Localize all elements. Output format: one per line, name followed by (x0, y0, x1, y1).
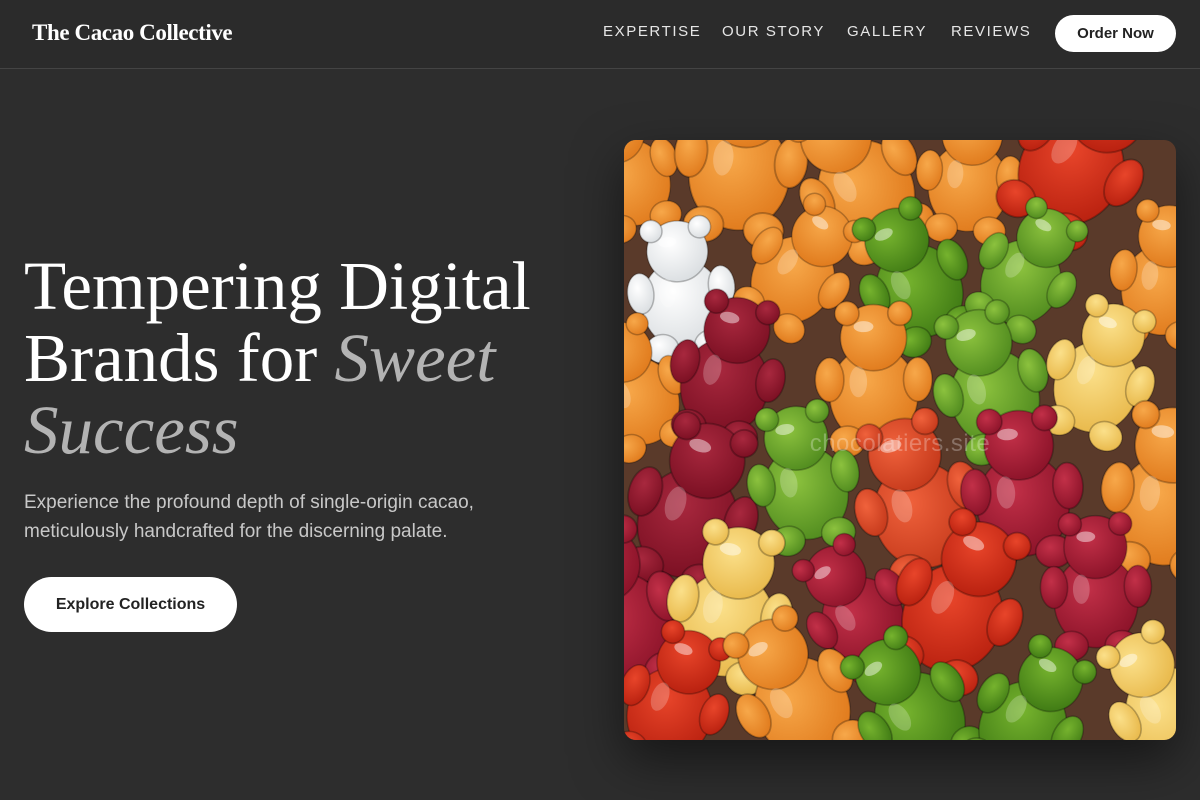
nav-link-our-story[interactable]: OUR STORY (722, 23, 825, 40)
nav-link-expertise[interactable]: EXPERTISE (603, 23, 701, 40)
site-header: The Cacao Collective EXPERTISE OUR STORY… (0, 0, 1200, 69)
nav-link-reviews[interactable]: REVIEWS (951, 23, 1031, 40)
nav-link-gallery[interactable]: GALLERY (847, 23, 927, 40)
order-now-button[interactable]: Order Now (1055, 15, 1176, 52)
brand-logo[interactable]: The Cacao Collective (32, 20, 233, 46)
image-watermark: chocolatiers.site (809, 430, 991, 457)
gummy-bears-image: chocolatiers.site (624, 140, 1176, 740)
explore-collections-button[interactable]: Explore Collections (24, 577, 237, 632)
hero-headline: Tempering Digital Brands for Sweet Succe… (24, 250, 604, 466)
hero-subtext: Experience the profound depth of single-… (24, 492, 474, 542)
